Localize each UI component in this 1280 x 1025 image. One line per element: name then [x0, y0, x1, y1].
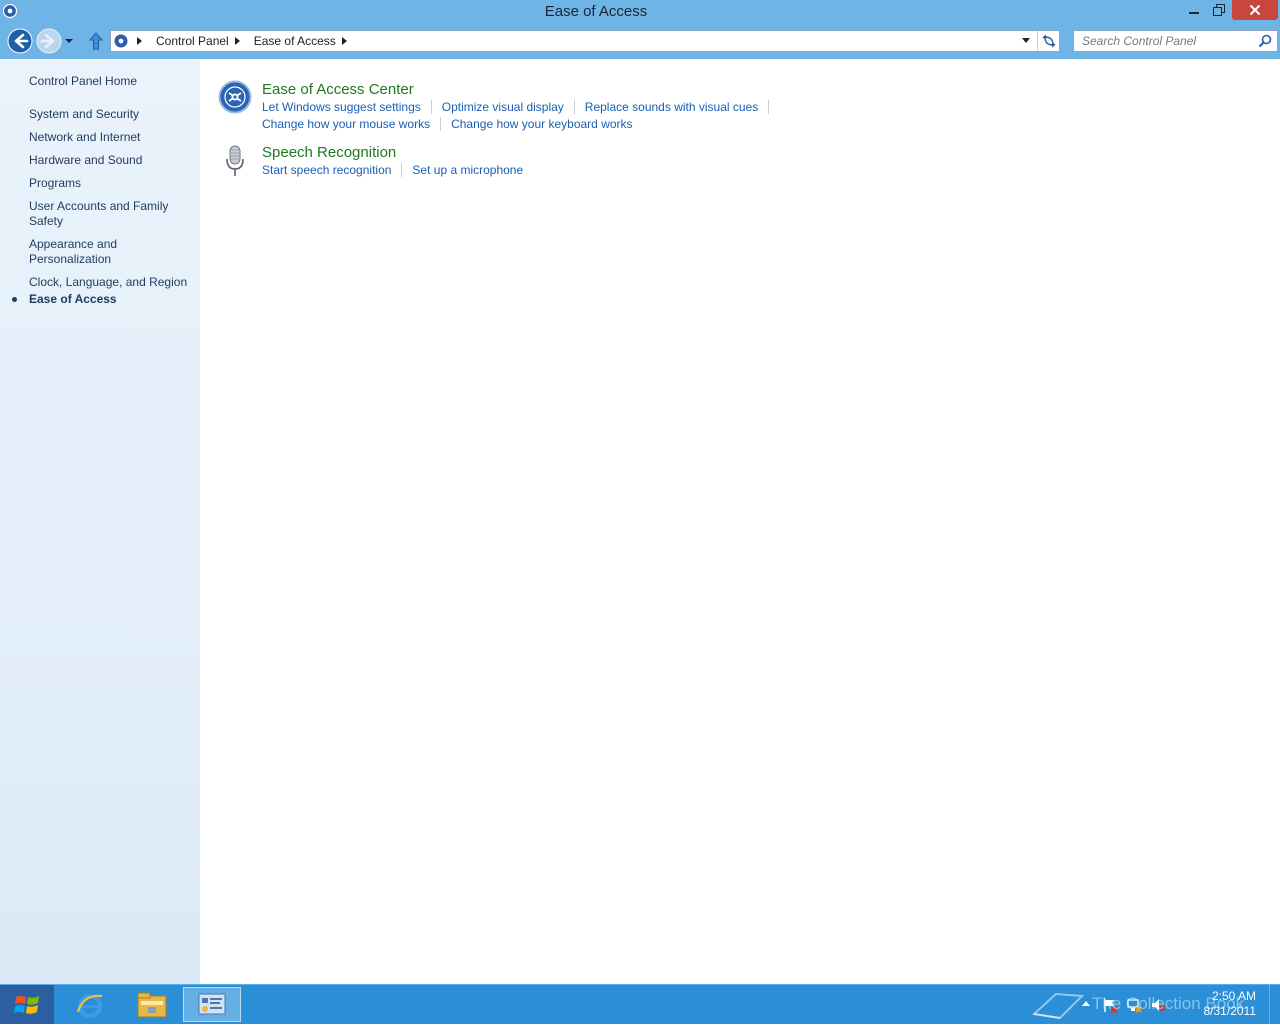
control-panel-window-icon [198, 993, 226, 1014]
internet-explorer-icon [76, 993, 103, 1018]
folder-icon [137, 992, 167, 1017]
windows-logo-icon [14, 995, 39, 1014]
search-input[interactable] [1074, 31, 1262, 51]
breadcrumb-separator-icon[interactable] [234, 37, 240, 45]
search-icon[interactable] [1258, 34, 1272, 48]
link-replace-sounds-with-visual-cues[interactable]: Replace sounds with visual cues [585, 100, 758, 114]
link-change-mouse[interactable]: Change how your mouse works [262, 117, 430, 131]
breadcrumb-separator-icon[interactable] [137, 37, 142, 45]
link-change-keyboard[interactable]: Change how your keyboard works [451, 117, 632, 131]
minimize-button[interactable] [1182, 0, 1206, 20]
link-separator [440, 117, 442, 131]
taskbar-clock[interactable]: 2:50 AM 8/31/2011 [1204, 989, 1257, 1019]
ease-of-access-center-link[interactable]: Ease of Access Center [262, 81, 414, 98]
link-separator [430, 100, 432, 114]
action-center-flag-icon[interactable] [1102, 997, 1118, 1013]
show-desktop-button[interactable] [1269, 985, 1280, 1024]
system-tray: 2:50 AM 8/31/2011 [1080, 985, 1280, 1024]
close-icon [1249, 4, 1261, 16]
ease-of-access-icon[interactable] [218, 80, 252, 114]
network-icon[interactable] [1126, 997, 1142, 1013]
taskbar-file-explorer[interactable] [124, 987, 180, 1022]
microphone-icon[interactable] [218, 144, 252, 178]
control-panel-icon [114, 34, 128, 48]
volume-muted-icon[interactable] [1150, 997, 1166, 1013]
sidebar-category-list: System and Security Network and Internet… [29, 107, 194, 298]
sidebar-item-ease-of-access: Ease of Access [29, 292, 117, 306]
sidebar-item-appearance[interactable]: Appearance and Personalization [29, 237, 194, 267]
link-optimize-visual-display[interactable]: Optimize visual display [442, 100, 564, 114]
sidebar-item-hardware-and-sound[interactable]: Hardware and Sound [29, 153, 194, 168]
sidebar-item-user-accounts[interactable]: User Accounts and Family Safety [29, 199, 194, 229]
sidebar-item-network-and-internet[interactable]: Network and Internet [29, 130, 194, 145]
sidebar: Control Panel Home System and Security N… [0, 60, 200, 984]
link-separator [401, 163, 403, 177]
refresh-button[interactable] [1037, 31, 1060, 51]
address-dropdown-button[interactable] [1017, 31, 1035, 51]
search-box [1073, 30, 1278, 52]
taskbar-control-panel[interactable] [183, 987, 241, 1022]
taskbar-internet-explorer[interactable] [62, 987, 118, 1022]
ease-of-access-links-row-2: Change how your mouse works Change how y… [262, 117, 633, 131]
breadcrumb: Control Panel Ease of Access [135, 31, 355, 51]
sidebar-item-system-and-security[interactable]: System and Security [29, 107, 194, 122]
close-button[interactable] [1232, 0, 1278, 20]
restore-button[interactable] [1207, 0, 1231, 20]
current-item-bullet-icon [12, 297, 17, 302]
forward-button[interactable] [36, 28, 62, 54]
link-separator [573, 100, 575, 114]
back-button[interactable] [7, 28, 33, 54]
breadcrumb-separator-icon[interactable] [341, 37, 347, 45]
recent-locations-dropdown[interactable] [64, 36, 74, 46]
link-start-speech-recognition[interactable]: Start speech recognition [262, 163, 391, 177]
sidebar-item-programs[interactable]: Programs [29, 176, 194, 191]
up-arrow-button[interactable] [87, 31, 105, 51]
link-let-windows-suggest-settings[interactable]: Let Windows suggest settings [262, 100, 421, 114]
clock-date: 8/31/2011 [1203, 1004, 1257, 1018]
window-title: Ease of Access [544, 3, 648, 20]
breadcrumb-control-panel[interactable]: Control Panel [150, 34, 233, 48]
refresh-icon [1042, 34, 1056, 48]
start-button[interactable] [0, 985, 54, 1024]
link-separator [768, 100, 770, 114]
taskbar: 2:50 AM 8/31/2011 [0, 984, 1280, 1024]
speech-recognition-link[interactable]: Speech Recognition [262, 144, 396, 161]
link-set-up-microphone[interactable]: Set up a microphone [412, 163, 523, 177]
title-bar: Ease of Access [0, 0, 1280, 24]
address-bar[interactable]: Control Panel Ease of Access [110, 30, 1060, 52]
navigation-bar: Control Panel Ease of Access [0, 24, 1280, 59]
speech-recognition-links-row: Start speech recognition Set up a microp… [262, 163, 523, 177]
sidebar-item-clock-language-region[interactable]: Clock, Language, and Region [29, 275, 194, 290]
main-content: Ease of Access Center Let Windows sugges… [200, 60, 1280, 984]
ease-of-access-links-row-1: Let Windows suggest settings Optimize vi… [262, 100, 779, 114]
show-hidden-icons-icon[interactable] [1082, 1001, 1090, 1006]
clock-time: 2:50 AM [1211, 989, 1256, 1003]
chevron-down-icon [1022, 38, 1030, 43]
breadcrumb-ease-of-access[interactable]: Ease of Access [248, 34, 340, 48]
sidebar-control-panel-home[interactable]: Control Panel Home [29, 74, 137, 88]
